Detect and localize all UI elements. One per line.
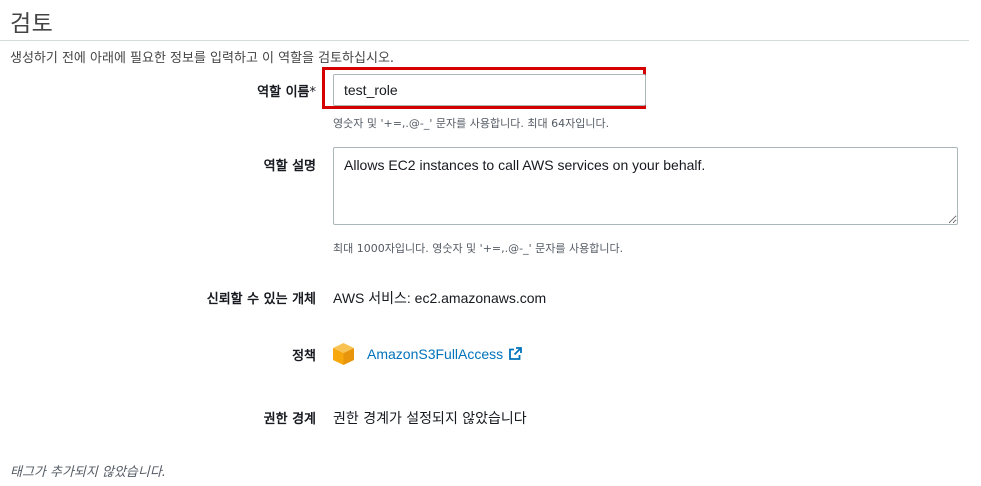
role-name-input[interactable] [333,74,646,106]
policies-label: 정책 [292,349,316,364]
role-name-label: 역할 이름* [257,81,316,100]
permissions-boundary-value: 권한 경계가 설정되지 않았습니다 [333,411,527,427]
role-description-hint: 최대 1000자입니다. 영숫자 및 '+=,.@-_' 문자를 사용합니다. [333,242,624,255]
role-name-hint: 영숫자 및 '+=,.@-_' 문자를 사용합니다. 최대 64자입니다. [333,117,610,130]
policy-link-amazons3fullaccess[interactable]: AmazonS3FullAccess [367,346,503,362]
trusted-entity-value: AWS 서비스: ec2.amazonaws.com [333,290,547,306]
aws-managed-policy-cube-icon [333,343,354,365]
external-link-icon[interactable] [508,347,522,361]
page-title: 검토 [10,11,54,37]
role-description-textarea[interactable]: Allows EC2 instances to call AWS service… [333,147,958,225]
permissions-boundary-label: 권한 경계 [263,412,316,427]
required-marker: * [309,85,317,100]
page-subtitle: 생성하기 전에 아래에 필요한 정보를 입력하고 이 역할을 검토하십시오. [10,51,395,66]
review-page: 검토 생성하기 전에 아래에 필요한 정보를 입력하고 이 역할을 검토하십시오… [0,0,981,486]
role-name-label-text: 역할 이름 [257,85,310,100]
trusted-entity-label: 신뢰할 수 있는 개체 [206,292,316,307]
role-description-label: 역할 설명 [263,159,316,174]
tags-note: 태그가 추가되지 않았습니다. [10,465,166,480]
title-divider [0,40,969,41]
